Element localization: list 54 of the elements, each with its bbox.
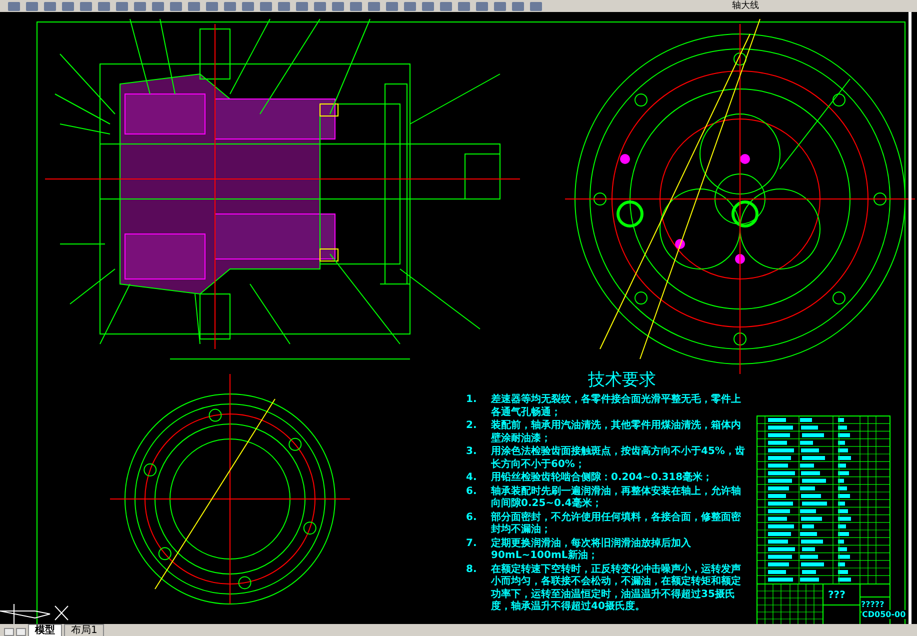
toolbar-icon[interactable] [260, 2, 272, 10]
toolbar-icon[interactable] [170, 2, 182, 10]
item-number: 6. [466, 486, 478, 498]
layout-tab[interactable]: 模型 [28, 624, 62, 636]
toolbar-icon[interactable] [440, 2, 452, 10]
ucs-icon [0, 606, 68, 620]
layer-name[interactable]: 轴大线 [732, 2, 759, 10]
toolbar-icon[interactable] [80, 2, 92, 10]
item-number: 2. [466, 420, 478, 433]
toolbar-icon[interactable] [116, 2, 128, 10]
item-number: 7. [466, 538, 478, 550]
toolbar-icon[interactable] [8, 2, 20, 10]
toolbar-icon[interactable] [224, 2, 236, 10]
part-name: ??? [828, 590, 846, 601]
requirement-text: 在额定转速下空转时，正反转变化冲击噪声小，运转发声小而均匀，各联接不会松动，不漏油，在额定转矩和额定功率下，运转至油温恒定时，油温温升不得超过35摄氏度，轴承温升不得超过40摄氏度。 [491, 564, 742, 614]
toolbar-icon[interactable] [152, 2, 164, 10]
toolbar-icon[interactable] [512, 2, 524, 10]
toolbar-icon[interactable] [278, 2, 290, 10]
toolbar-icon[interactable] [134, 2, 146, 10]
drawing-number: CD050-00 [862, 610, 906, 619]
requirement-text: 用铅丝检验齿轮啮合侧隙：0.204~0.318毫米； [491, 472, 713, 484]
item-number: 1. [466, 394, 478, 407]
toolbar-icon[interactable] [206, 2, 218, 10]
toolbar-icon[interactable] [494, 2, 506, 10]
toolbar-icon[interactable] [98, 2, 110, 10]
toolbar-icon[interactable] [62, 2, 74, 10]
toolbar-icon[interactable] [26, 2, 38, 10]
toolbar-icon[interactable] [368, 2, 380, 10]
item-number: 8. [466, 564, 478, 576]
toolbar-icon[interactable] [242, 2, 254, 10]
toolbar-icon[interactable] [386, 2, 398, 10]
item-number: 4. [466, 472, 478, 484]
toolbar-icon[interactable] [530, 2, 542, 10]
requirement-text: 部分面密封，不允许使用任何填料，各接合面，修整面密封均不漏油； [491, 512, 742, 536]
requirement-text: 装配前，轴承用汽油清洗，其他零件用煤油清洗，箱体内壁涂耐油漆； [491, 420, 742, 445]
toolbar-icon[interactable] [296, 2, 308, 10]
requirement-text: 定期更换润滑油，每次将旧润滑油放掉后加入90mL~100mL新油； [491, 538, 692, 562]
toolbar-icon[interactable] [350, 2, 362, 10]
toolbar-icon[interactable] [476, 2, 488, 10]
requirements-title: 技术要求 [587, 370, 657, 390]
layout-tab[interactable]: 布局1 [64, 624, 104, 636]
item-number: 6. [466, 512, 478, 524]
requirement-text: 用涂色法检验齿面接触斑点，按齿高方向不小于45%，齿长方向不小于60%； [491, 446, 746, 471]
requirement-text: 差速器等均无裂纹，各零件接合面光滑平整无毛，零件上各通气孔畅通； [491, 394, 742, 419]
toolbar-icon[interactable] [458, 2, 470, 10]
toolbar-icon[interactable] [314, 2, 326, 10]
company-name: ????? [861, 600, 884, 609]
toolbar-icon[interactable] [422, 2, 434, 10]
item-number: 3. [466, 446, 478, 459]
toolbar-icon[interactable] [404, 2, 416, 10]
requirement-text: 轴承装配时先刷一遍润滑油，再整体安装在轴上，允许轴向间隙0.25~0.4毫米； [491, 486, 742, 510]
toolbar-icon[interactable] [188, 2, 200, 10]
toolbar-icon[interactable] [332, 2, 344, 10]
toolbar-icon[interactable] [44, 2, 56, 10]
